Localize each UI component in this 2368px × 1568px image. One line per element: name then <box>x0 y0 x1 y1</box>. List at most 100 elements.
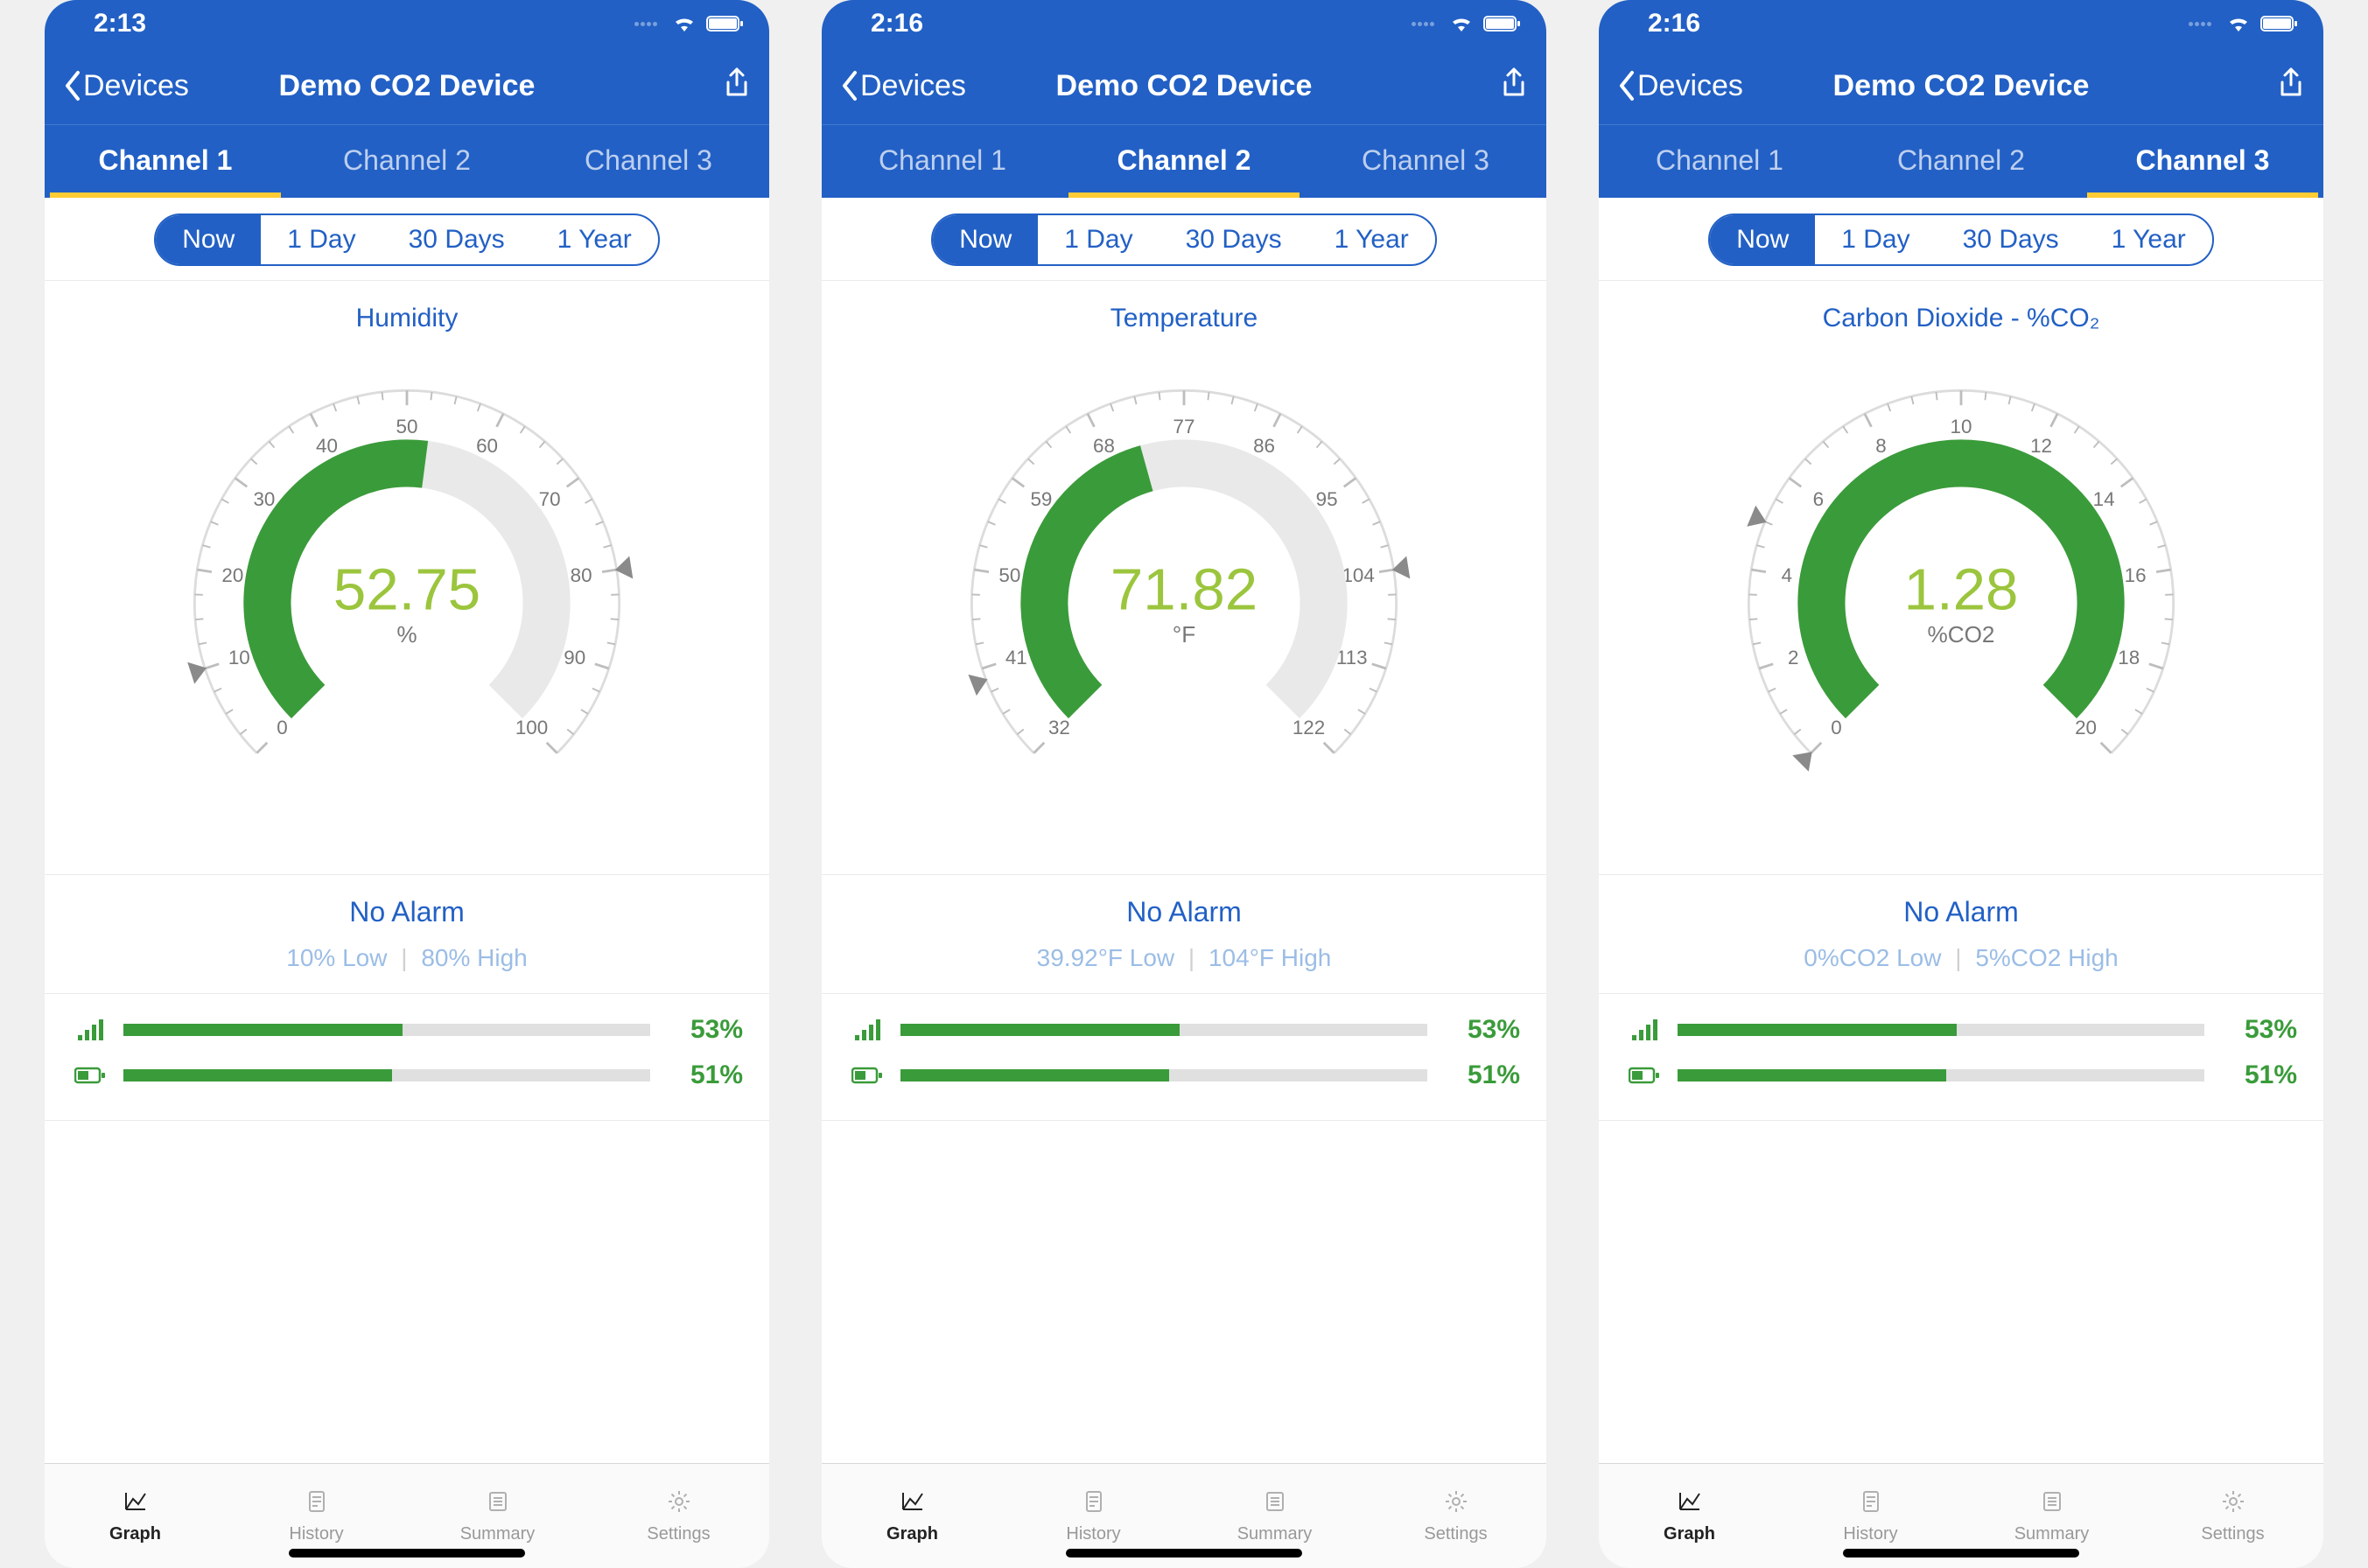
channel-tab[interactable]: Channel 1 <box>45 125 286 198</box>
timerange-segment[interactable]: 1 Year <box>1308 215 1435 264</box>
timerange-segment[interactable]: 30 Days <box>1937 215 2085 264</box>
channel-tab[interactable]: Channel 3 <box>1305 125 1546 198</box>
timerange-segment[interactable]: 1 Year <box>531 215 658 264</box>
svg-text:59: 59 <box>1030 488 1052 510</box>
timerange-control: Now 1 Day 30 Days 1 Year <box>45 198 769 281</box>
back-button[interactable]: Devices <box>62 69 189 103</box>
settings-icon <box>1443 1488 1469 1519</box>
channel-tab-label: Channel 1 <box>1656 144 1783 176</box>
channel-tab[interactable]: Channel 1 <box>822 125 1063 198</box>
signal-icon <box>1625 1018 1664 1042</box>
timerange-segment[interactable]: Now <box>933 215 1038 264</box>
separator: | <box>401 944 407 971</box>
status-bar: 2:13 <box>45 0 769 47</box>
share-button[interactable] <box>722 66 752 106</box>
svg-text:32: 32 <box>1048 717 1070 738</box>
timerange-segment-label: 1 Day <box>287 225 355 255</box>
channel-tab[interactable]: Channel 1 <box>1599 125 1840 198</box>
battery-icon <box>1625 1066 1664 1085</box>
bottom-tab-bar: Graph History Summary Settings <box>822 1463 1546 1568</box>
svg-text:0: 0 <box>1831 717 1841 738</box>
svg-text:71.82: 71.82 <box>1110 556 1258 622</box>
alarm-status: No Alarm <box>822 896 1546 928</box>
back-label: Devices <box>83 69 189 103</box>
bottom-tab-label: Graph <box>886 1524 938 1544</box>
signal-bar <box>900 1024 1427 1036</box>
timerange-segment[interactable]: 30 Days <box>382 215 531 264</box>
bottom-tab-label: History <box>289 1524 343 1544</box>
channel-tab-label: Channel 3 <box>2136 144 2270 176</box>
timerange-segment-label: 30 Days <box>1963 225 2059 255</box>
timerange-segment[interactable]: 1 Day <box>1038 215 1159 264</box>
channel-tabs: Channel 1Channel 2Channel 3 <box>45 124 769 198</box>
svg-text:50: 50 <box>396 416 418 438</box>
bottom-tab-settings[interactable]: Settings <box>2142 1464 2323 1568</box>
channel-tab[interactable]: Channel 2 <box>286 125 528 198</box>
back-button[interactable]: Devices <box>1616 69 1743 103</box>
timerange-segment-label: 1 Day <box>1064 225 1132 255</box>
chevron-left-icon <box>839 69 860 102</box>
svg-text:80: 80 <box>571 564 592 586</box>
timerange-segment[interactable]: 1 Day <box>261 215 382 264</box>
settings-icon <box>666 1488 692 1519</box>
battery-icon <box>848 1066 886 1085</box>
svg-text:%: % <box>396 621 417 648</box>
timerange-segment[interactable]: Now <box>156 215 261 264</box>
bottom-tab-settings[interactable]: Settings <box>1365 1464 1546 1568</box>
bottom-tab-label: Settings <box>647 1524 710 1544</box>
signal-value: 53% <box>664 1015 743 1045</box>
timerange-segment[interactable]: Now <box>1710 215 1815 264</box>
share-icon <box>2276 66 2306 102</box>
svg-text:104: 104 <box>1342 564 1374 586</box>
signal-icon <box>848 1018 886 1042</box>
timerange-segment[interactable]: 30 Days <box>1159 215 1308 264</box>
gauge-section: Temperature 324150596877869510411312271.… <box>822 281 1546 875</box>
graph-icon <box>1677 1488 1703 1519</box>
channel-tab[interactable]: Channel 3 <box>528 125 769 198</box>
svg-text:%CO2: %CO2 <box>1928 621 1995 648</box>
alarm-status: No Alarm <box>1599 896 2323 928</box>
svg-text:68: 68 <box>1093 435 1115 457</box>
bottom-tab-label: Summary <box>1237 1524 1313 1544</box>
bottom-tab-graph[interactable]: Graph <box>1599 1464 1780 1568</box>
channel-tab[interactable]: Channel 3 <box>2082 125 2323 198</box>
back-label: Devices <box>1637 69 1743 103</box>
home-indicator <box>289 1549 525 1558</box>
svg-text:41: 41 <box>1005 647 1027 668</box>
status-time: 2:16 <box>846 9 923 38</box>
svg-text:10: 10 <box>228 647 250 668</box>
bottom-tab-settings[interactable]: Settings <box>588 1464 769 1568</box>
svg-text:50: 50 <box>998 564 1020 586</box>
svg-text:0: 0 <box>277 717 287 738</box>
bottom-tab-bar: Graph History Summary Settings <box>1599 1463 2323 1568</box>
svg-text:86: 86 <box>1253 435 1275 457</box>
chevron-left-icon <box>1616 69 1637 102</box>
timerange-segment[interactable]: 1 Year <box>2085 215 2212 264</box>
svg-text:10: 10 <box>1951 416 1972 438</box>
separator: | <box>1955 944 1961 971</box>
svg-text:40: 40 <box>316 435 338 457</box>
back-button[interactable]: Devices <box>839 69 966 103</box>
timerange-control: Now1 Day 30 Days 1 Year <box>1599 198 2323 281</box>
alarm-low: 39.92°F Low <box>1037 944 1175 971</box>
battery-value: 51% <box>1441 1060 1520 1090</box>
phone-screen: 2:16 Devices Demo CO2 Device Channel <box>822 0 1546 1568</box>
svg-text:2: 2 <box>1788 647 1798 668</box>
home-indicator <box>1066 1549 1302 1558</box>
separator: | <box>1188 944 1195 971</box>
device-stats: 53% 51% <box>45 994 769 1121</box>
status-bar: 2:16 <box>822 0 1546 47</box>
bottom-tab-graph[interactable]: Graph <box>45 1464 226 1568</box>
graph-icon <box>123 1488 149 1519</box>
alarm-section: No Alarm 10% Low | 80% High <box>45 875 769 994</box>
timerange-segment-label: 1 Year <box>557 225 632 255</box>
svg-text:14: 14 <box>2093 488 2115 510</box>
channel-tab[interactable]: Channel 2 <box>1840 125 2082 198</box>
gauge-section: Carbon Dioxide - %CO₂ 024681012141618201… <box>1599 281 2323 875</box>
share-button[interactable] <box>2276 66 2306 106</box>
timerange-segment[interactable]: 1 Day <box>1815 215 1936 264</box>
bottom-tab-graph[interactable]: Graph <box>822 1464 1003 1568</box>
svg-text:12: 12 <box>2030 435 2052 457</box>
share-button[interactable] <box>1499 66 1529 106</box>
channel-tab[interactable]: Channel 2 <box>1063 125 1305 198</box>
